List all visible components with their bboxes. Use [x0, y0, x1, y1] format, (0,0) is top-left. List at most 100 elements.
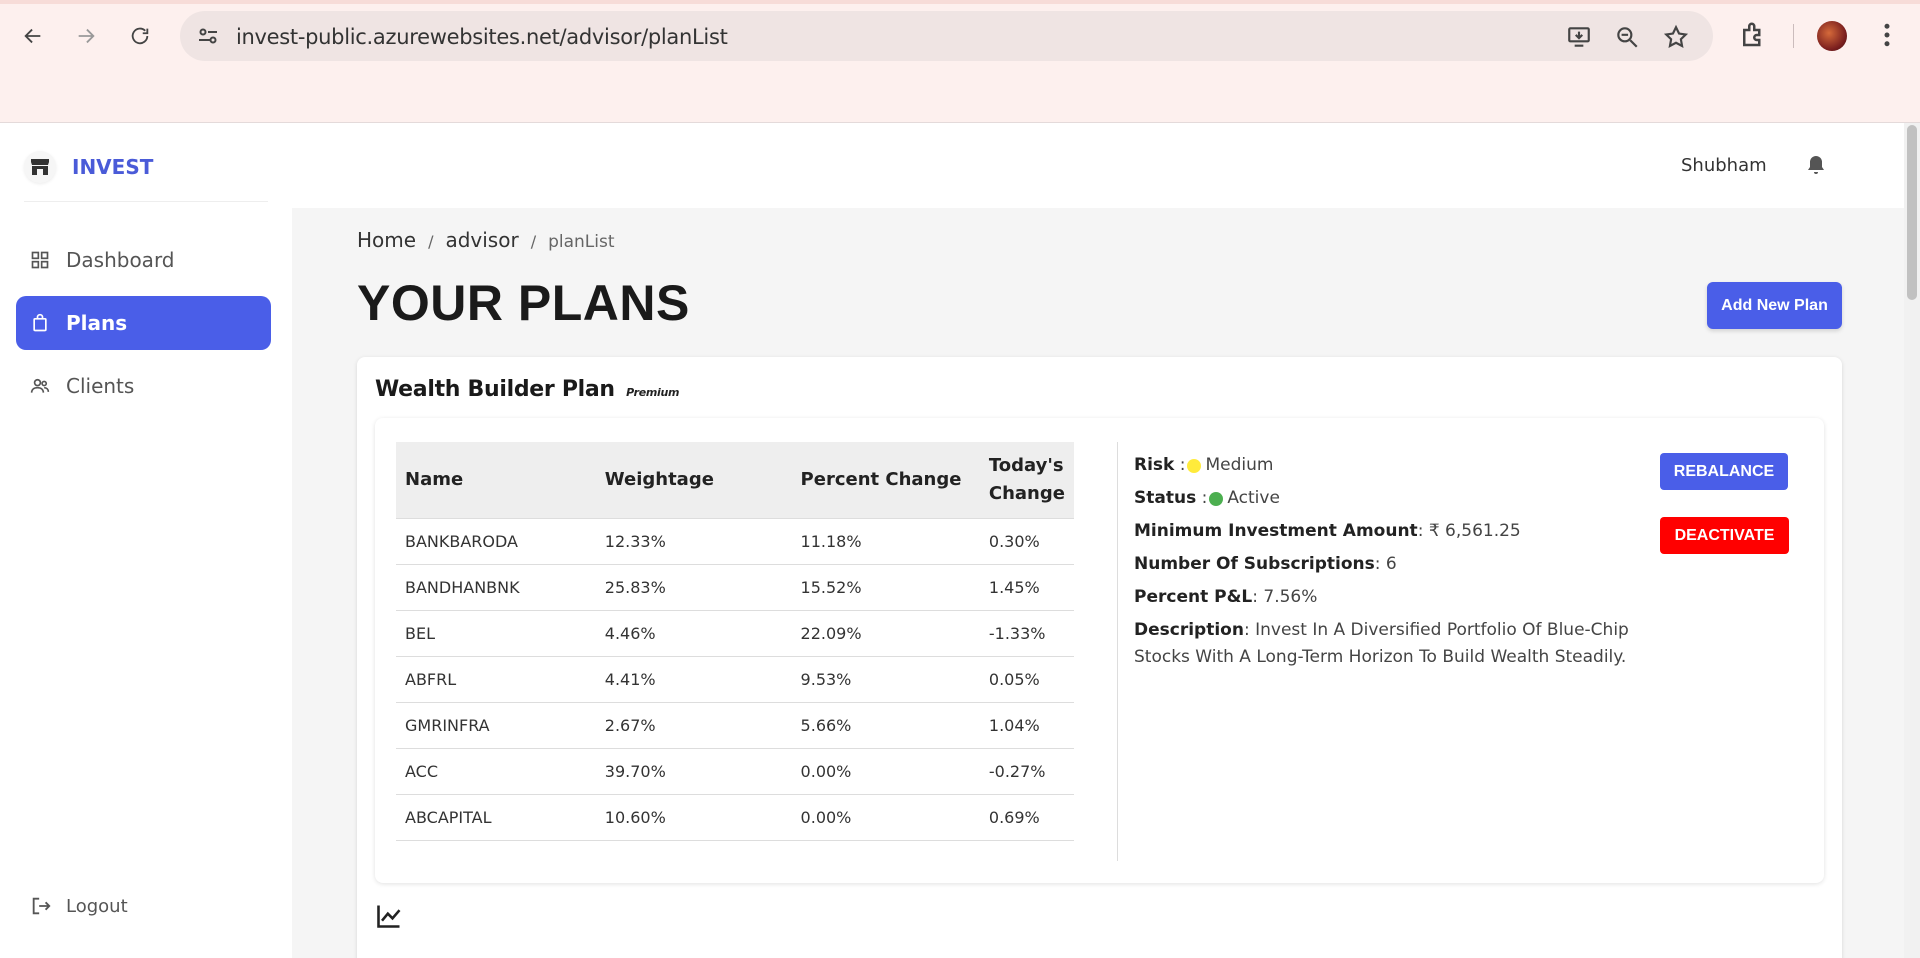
cell-weightage: 4.41% — [595, 656, 792, 703]
install-app-icon[interactable] — [1566, 24, 1592, 50]
breadcrumb-home[interactable]: Home — [357, 228, 416, 252]
url-text[interactable]: invest-public.azurewebsites.net/advisor/… — [236, 25, 728, 49]
cell-weightage: 2.67% — [595, 702, 792, 749]
extensions-icon[interactable] — [1738, 20, 1768, 50]
cell-todays-change: 1.04% — [979, 702, 1074, 749]
table-row: BEL 4.46% 22.09% -1.33% — [396, 610, 1074, 657]
cell-name: GMRINFRA — [396, 702, 596, 749]
subscriptions-row: Number Of Subscriptions: 6 — [1134, 551, 1654, 578]
min-investment-label: Minimum Investment Amount — [1134, 521, 1418, 541]
risk-label: Risk — [1134, 455, 1175, 475]
logout-label: Logout — [66, 895, 128, 917]
sidebar-item-clients[interactable]: Clients — [16, 359, 271, 413]
table-row: BANDHANBNK 25.83% 15.52% 1.45% — [396, 564, 1074, 611]
cell-name: ACC — [396, 748, 596, 795]
table-row: ABFRL 4.41% 9.53% 0.05% — [396, 656, 1074, 703]
table-row: ABCAPITAL 10.60% 0.00% 0.69% — [396, 794, 1074, 841]
cell-todays-change: -0.27% — [979, 748, 1074, 795]
cell-percent-change: 0.00% — [791, 794, 980, 841]
table-header-row: Name Weightage Percent Change Today's Ch… — [396, 442, 1074, 519]
profile-avatar[interactable] — [1817, 21, 1847, 51]
cell-percent-change: 11.18% — [791, 518, 980, 565]
plan-details: Risk : Medium Status : Active Minimum In… — [1134, 452, 1654, 671]
cell-name: ABFRL — [396, 656, 596, 703]
site-settings-icon[interactable] — [196, 24, 220, 48]
cell-todays-change: 1.45% — [979, 564, 1074, 611]
username[interactable]: Shubham — [1681, 155, 1767, 176]
cell-weightage: 4.46% — [595, 610, 792, 657]
description-row: Description: Invest In A Diversified Por… — [1134, 620, 1629, 667]
deactivate-button[interactable]: DEACTIVATE — [1660, 517, 1789, 554]
back-icon[interactable] — [13, 16, 53, 56]
notification-bell-icon[interactable] — [1804, 153, 1828, 177]
cell-todays-change: 0.05% — [979, 656, 1074, 703]
shopping-bag-icon — [33, 313, 47, 332]
plan-card: Wealth Builder Plan Premium Name Weighta… — [357, 357, 1842, 958]
cell-name: BANDHANBNK — [396, 564, 596, 611]
cell-weightage: 10.60% — [595, 794, 792, 841]
grid-icon — [31, 251, 49, 269]
sidebar-item-label: Dashboard — [66, 248, 175, 272]
toolbar-separator — [1793, 24, 1794, 48]
subscriptions-value: 6 — [1385, 554, 1397, 574]
cell-percent-change: 5.66% — [791, 702, 980, 749]
status-row: Status : Active — [1134, 485, 1654, 512]
plan-title: Wealth Builder Plan Premium — [375, 377, 680, 402]
sidebar: INVEST Dashboard Plans Clients Logout — [0, 123, 292, 958]
subscriptions-label: Number Of Subscriptions — [1134, 554, 1375, 574]
status-indicator-dot — [1209, 491, 1224, 506]
plan-detail-card: Name Weightage Percent Change Today's Ch… — [375, 418, 1824, 883]
cell-percent-change: 9.53% — [791, 656, 980, 703]
divider — [1117, 442, 1118, 861]
reload-icon[interactable] — [120, 16, 160, 56]
breadcrumb-separator: / — [530, 232, 537, 251]
column-header-name: Name — [396, 442, 596, 519]
browser-chrome: invest-public.azurewebsites.net/advisor/… — [0, 0, 1920, 123]
status-label: Status — [1134, 488, 1197, 508]
min-investment-row: Minimum Investment Amount: ₹ 6,561.25 — [1134, 518, 1654, 545]
zoom-icon[interactable] — [1614, 24, 1640, 50]
brand-name: INVEST — [72, 155, 154, 179]
min-investment-value: ₹ 6,561.25 — [1428, 521, 1521, 541]
column-header-percent-change: Percent Change — [791, 442, 980, 519]
breadcrumb: Home / advisor / planList — [357, 228, 615, 252]
risk-row: Risk : Medium — [1134, 452, 1654, 479]
address-bar[interactable]: invest-public.azurewebsites.net/advisor/… — [180, 11, 1713, 61]
sidebar-item-plans[interactable]: Plans — [16, 296, 271, 350]
holdings-table: Name Weightage Percent Change Today's Ch… — [396, 442, 1074, 841]
page-title: YOUR PLANS — [357, 275, 690, 331]
forward-icon[interactable] — [66, 16, 106, 56]
scrollbar-thumb[interactable] — [1907, 125, 1917, 300]
pnl-row: Percent P&L: 7.56% — [1134, 584, 1654, 611]
breadcrumb-current: planList — [548, 232, 615, 252]
brand[interactable]: INVEST — [24, 151, 153, 183]
breadcrumb-advisor[interactable]: advisor — [445, 228, 518, 252]
cell-percent-change: 15.52% — [791, 564, 980, 611]
risk-indicator-dot — [1187, 458, 1202, 473]
logout-button[interactable]: Logout — [30, 895, 128, 917]
page-scrollbar[interactable] — [1904, 123, 1920, 958]
cell-percent-change: 22.09% — [791, 610, 980, 657]
cell-name: BANKBARODA — [396, 518, 596, 565]
performance-chart-icon[interactable] — [375, 902, 403, 930]
column-header-todays-change: Today's Change — [979, 442, 1074, 519]
cell-weightage: 12.33% — [595, 518, 792, 565]
kebab-menu-icon[interactable] — [1872, 20, 1902, 50]
users-icon — [30, 378, 50, 393]
column-header-weightage: Weightage — [595, 442, 792, 519]
sidebar-item-label: Plans — [66, 311, 128, 335]
bookmark-star-icon[interactable] — [1663, 24, 1689, 50]
topbar: Shubham — [292, 123, 1904, 208]
sidebar-item-label: Clients — [66, 374, 135, 398]
cell-todays-change: -1.33% — [979, 610, 1074, 657]
holdings-table-body: BANKBARODA 12.33% 11.18% 0.30% BANDHANBNK 25.… — [396, 518, 1074, 841]
risk-value: Medium — [1205, 455, 1274, 475]
cell-name: BEL — [396, 610, 596, 657]
cell-weightage: 39.70% — [595, 748, 792, 795]
cell-todays-change: 0.69% — [979, 794, 1074, 841]
sidebar-item-dashboard[interactable]: Dashboard — [16, 233, 271, 287]
add-new-plan-button[interactable]: Add New Plan — [1707, 282, 1842, 329]
rebalance-button[interactable]: REBALANCE — [1660, 453, 1788, 490]
description-label: Description — [1134, 620, 1244, 640]
cell-todays-change: 0.30% — [979, 518, 1074, 565]
